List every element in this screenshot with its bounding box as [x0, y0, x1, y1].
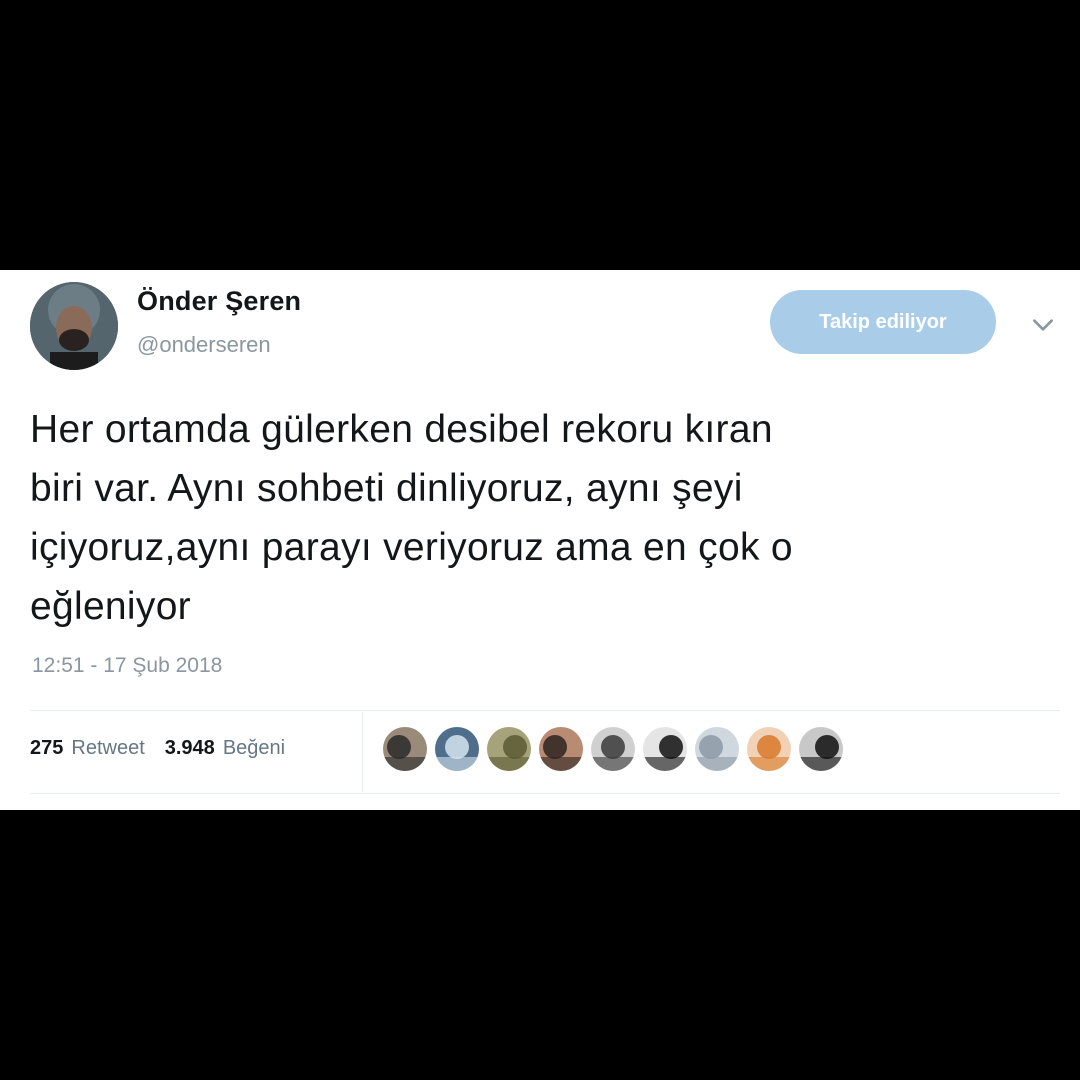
- tweet-stats: 275 Retweet 3.948 Beğeni: [30, 737, 305, 760]
- liker-avatar[interactable]: [747, 727, 791, 771]
- tweet-text: Her ortamda gülerken desibel rekoru kıra…: [30, 400, 1050, 636]
- tweet-text-line: eğleniyor: [30, 585, 191, 628]
- stats-top-divider: [30, 710, 1060, 711]
- liker-avatar[interactable]: [435, 727, 479, 771]
- stats-separator: [362, 712, 363, 792]
- tweet-text-line: biri var. Aynı sohbeti dinliyoruz, aynı …: [30, 467, 743, 510]
- like-count[interactable]: 3.948: [165, 737, 215, 760]
- screenshot-canvas: Önder Şeren @onderseren Takip ediliyor H…: [0, 0, 1080, 1080]
- liker-avatar[interactable]: [643, 727, 687, 771]
- liker-avatar[interactable]: [539, 727, 583, 771]
- liker-avatars: [383, 727, 851, 771]
- chevron-down-icon[interactable]: [1030, 312, 1056, 338]
- author-handle[interactable]: @onderseren: [137, 332, 271, 358]
- tweet-timestamp[interactable]: 12:51 - 17 Şub 2018: [32, 654, 222, 678]
- liker-avatar[interactable]: [695, 727, 739, 771]
- tweet-text-line: Her ortamda gülerken desibel rekoru kıra…: [30, 408, 773, 451]
- following-button[interactable]: Takip ediliyor: [770, 290, 996, 354]
- liker-avatar[interactable]: [799, 727, 843, 771]
- liker-avatar[interactable]: [591, 727, 635, 771]
- author-display-name[interactable]: Önder Şeren: [137, 286, 301, 317]
- tweet-text-line: içiyoruz,aynı parayı veriyoruz ama en ço…: [30, 526, 793, 569]
- retweet-label[interactable]: Retweet: [71, 737, 144, 760]
- liker-avatar[interactable]: [383, 727, 427, 771]
- like-label[interactable]: Beğeni: [223, 737, 285, 760]
- stats-bottom-divider: [30, 793, 1060, 794]
- author-avatar[interactable]: [30, 282, 118, 370]
- retweet-count[interactable]: 275: [30, 737, 63, 760]
- liker-avatar[interactable]: [487, 727, 531, 771]
